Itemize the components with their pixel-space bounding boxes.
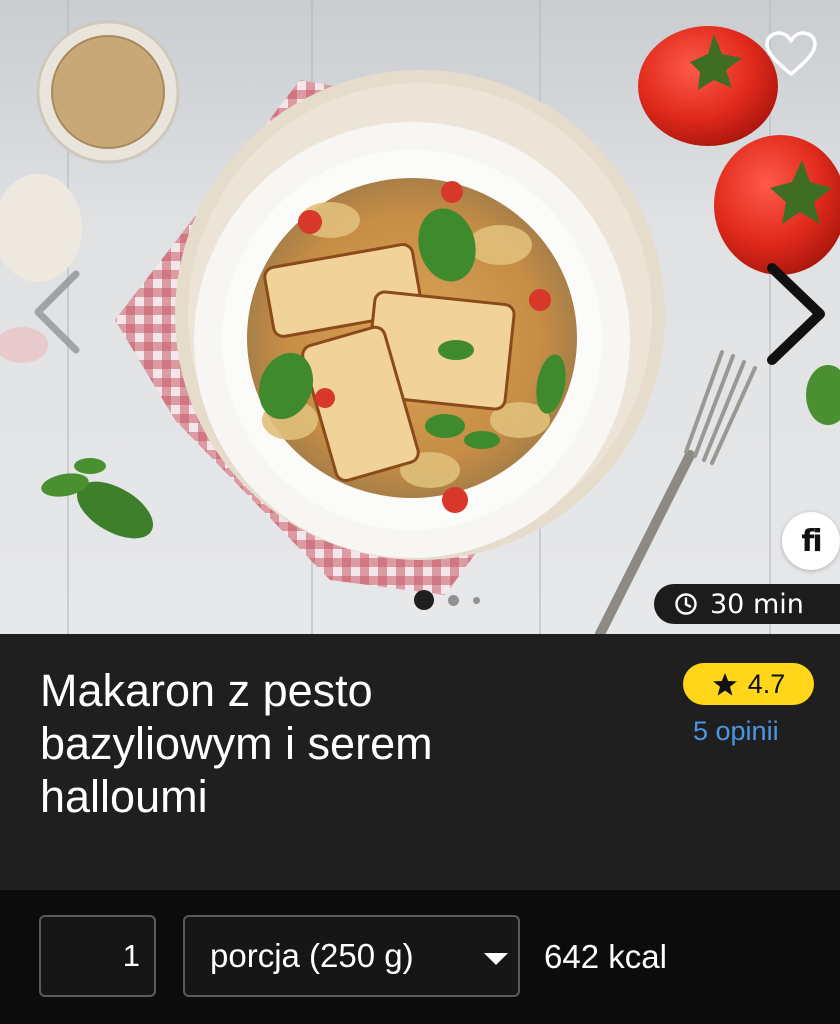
star-icon (712, 672, 737, 696)
caret-down-icon (484, 953, 508, 965)
clock-icon (675, 593, 697, 615)
recipe-photo (0, 0, 840, 634)
carousel-indicator (414, 590, 480, 610)
reviews-link[interactable]: 5 opinii (693, 716, 779, 747)
prep-time: 30 min (710, 588, 804, 620)
rating-value: 4.7 (747, 668, 786, 699)
recipe-info: Makaron z pesto bazyliowym i serem hallo… (0, 634, 840, 890)
brand-logo: fi (782, 512, 840, 570)
carousel-dot[interactable] (448, 594, 459, 606)
recipe-image-carousel[interactable]: fi 30 min (0, 0, 840, 634)
chevron-left-icon (34, 270, 80, 354)
favorite-button[interactable] (760, 24, 822, 84)
rating-badge[interactable]: 4.7 (683, 663, 814, 705)
next-image-button[interactable] (750, 258, 834, 370)
recipe-title: Makaron z pesto bazyliowym i serem hallo… (40, 665, 433, 822)
prep-time-badge: 30 min (654, 584, 840, 624)
carousel-dot-active[interactable] (414, 590, 434, 610)
previous-image-button[interactable] (20, 262, 90, 362)
calories-value: 642 kcal (544, 938, 667, 975)
heart-outline-icon (765, 31, 817, 76)
brand-logo-text: fi (801, 523, 822, 559)
portion-unit-value: porcja (250 g) (210, 937, 414, 974)
quantity-input[interactable] (39, 915, 156, 997)
portion-bar: porcja (250 g) 642 kcal (0, 890, 840, 1024)
carousel-dot[interactable] (473, 596, 480, 604)
chevron-right-icon (767, 263, 825, 365)
portion-unit-select[interactable]: porcja (250 g) (183, 915, 520, 997)
